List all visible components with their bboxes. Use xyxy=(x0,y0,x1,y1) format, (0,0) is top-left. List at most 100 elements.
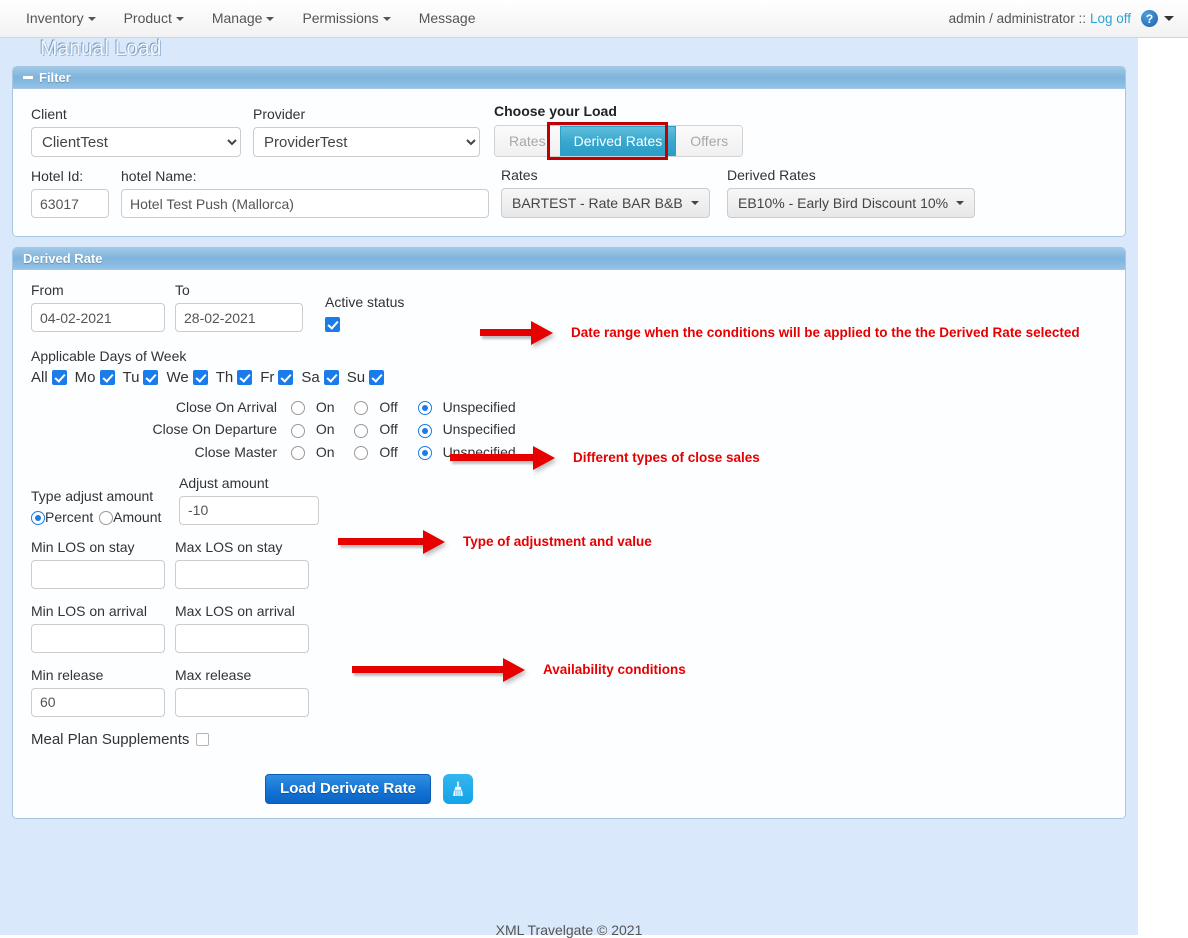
max-los-arrival-input[interactable] xyxy=(175,623,309,653)
max-release-label: Max release xyxy=(175,666,252,683)
close-on-departure-options: On Off Unspecified xyxy=(291,418,536,440)
from-date-input[interactable] xyxy=(31,303,165,332)
to-label: To xyxy=(175,282,190,298)
close-on-departure-radio-unspecified[interactable] xyxy=(417,423,432,438)
type-adjust-group: Type adjust amount Percent Amount xyxy=(31,488,179,525)
client-select[interactable]: ClientTest xyxy=(31,127,241,157)
day-checkbox-mo[interactable] xyxy=(99,370,115,385)
nav-item-permissions[interactable]: Permissions xyxy=(288,0,404,37)
nav-item-label: Product xyxy=(123,10,172,26)
los-on-arrival-row: Min LOS on arrival Max LOS on arrival xyxy=(31,603,1107,653)
close-on-departure-radio-off[interactable] xyxy=(354,423,369,438)
days-of-week-group: Applicable Days of Week All Mo Tu We Th … xyxy=(31,348,1107,386)
active-status-checkbox[interactable] xyxy=(325,317,340,332)
load-derivate-rate-button[interactable]: Load Derivate Rate xyxy=(265,773,431,804)
nav-item-message[interactable]: Message xyxy=(405,0,490,37)
type-adjust-radio-percent[interactable] xyxy=(31,510,45,525)
day-label-th: Th xyxy=(215,369,234,386)
close-master-label: Close Master xyxy=(194,443,277,460)
day-checkbox-we[interactable] xyxy=(192,370,208,385)
hotel-id-group: Hotel Id: xyxy=(31,168,109,218)
day-checkbox-tu[interactable] xyxy=(143,370,159,385)
min-release-label: Min release xyxy=(31,666,104,683)
close-on-departure-on-label: On xyxy=(315,421,335,438)
close-on-departure-unspecified-label: Unspecified xyxy=(442,421,516,438)
day-checkbox-su[interactable] xyxy=(369,370,385,385)
day-checkbox-sa[interactable] xyxy=(323,370,339,385)
collapse-minus-icon[interactable] xyxy=(23,76,33,79)
close-master-radio-on[interactable] xyxy=(291,445,305,460)
derived-rate-panel-body: From To Active status Applicable Days of… xyxy=(13,270,1125,818)
max-los-arrival-group: Max LOS on arrival xyxy=(175,603,309,653)
choose-load-group: Choose your Load Rates Derived Rates Off… xyxy=(494,103,744,160)
provider-select[interactable]: ProviderTest xyxy=(253,127,480,157)
nav-item-inventory[interactable]: Inventory xyxy=(12,0,110,37)
nav-item-product[interactable]: Product xyxy=(110,0,198,37)
day-label-we: We xyxy=(166,369,189,386)
min-los-stay-input[interactable] xyxy=(31,559,165,589)
chevron-down-icon xyxy=(690,201,699,205)
close-on-arrival-radio-on[interactable] xyxy=(291,401,305,416)
close-on-arrival-radio-off[interactable] xyxy=(354,401,369,416)
question-mark-icon[interactable]: ? xyxy=(1141,10,1158,27)
close-master-radio-off[interactable] xyxy=(354,445,369,460)
hotel-id-input[interactable] xyxy=(31,189,109,218)
page-title: Manual Load xyxy=(40,38,162,60)
filter-panel-title: Filter xyxy=(39,70,71,85)
max-los-stay-input[interactable] xyxy=(175,559,309,589)
to-date-input[interactable] xyxy=(175,303,303,332)
from-field-group: From xyxy=(31,282,165,332)
min-los-stay-label: Min LOS on stay xyxy=(31,538,135,555)
type-adjust-percent-label: Percent xyxy=(45,508,94,525)
active-status-label: Active status xyxy=(325,294,405,311)
rates-dropdown-value: BARTEST - Rate BAR B&B xyxy=(512,195,683,211)
close-master-radio-unspecified[interactable] xyxy=(417,445,432,460)
type-adjust-radio-amount[interactable] xyxy=(99,510,114,525)
type-adjust-options: Percent Amount xyxy=(31,509,179,525)
nav-item-label: Inventory xyxy=(26,10,84,26)
derived-rates-dropdown[interactable]: EB10% - Early Bird Discount 10% xyxy=(727,188,976,218)
day-checkbox-all[interactable] xyxy=(51,370,67,385)
rates-label: Rates xyxy=(501,167,538,183)
filter-panel-header[interactable]: Filter xyxy=(13,67,1125,89)
min-los-arrival-input[interactable] xyxy=(31,623,165,653)
from-label: From xyxy=(31,282,64,298)
adjust-amount-input[interactable] xyxy=(179,495,319,525)
close-on-arrival-row: Close On Arrival On Off Unspecified xyxy=(31,396,536,418)
day-label-all: All xyxy=(31,369,48,386)
derived-rates-dropdown-value: EB10% - Early Bird Discount 10% xyxy=(738,195,949,211)
adjust-amount-label: Adjust amount xyxy=(179,474,269,491)
hotel-id-label: Hotel Id: xyxy=(31,168,84,184)
log-off-link[interactable]: Log off xyxy=(1090,11,1131,26)
choose-load-label: Choose your Load xyxy=(494,103,617,119)
chevron-down-icon[interactable] xyxy=(1164,16,1174,21)
hotel-name-label: hotel Name: xyxy=(121,168,197,184)
close-master-unspecified-label: Unspecified xyxy=(442,443,516,460)
max-release-input[interactable] xyxy=(175,687,309,717)
load-type-offers-button[interactable]: Offers xyxy=(676,126,743,156)
derived-rates-label: Derived Rates xyxy=(727,167,816,183)
clear-form-button[interactable] xyxy=(442,773,473,804)
provider-label: Provider xyxy=(253,106,306,122)
day-label-tu: Tu xyxy=(122,369,140,386)
max-los-stay-label: Max LOS on stay xyxy=(175,538,283,555)
rates-dropdown[interactable]: BARTEST - Rate BAR B&B xyxy=(501,188,710,218)
day-checkbox-th[interactable] xyxy=(237,370,253,385)
load-type-derived-rates-button[interactable]: Derived Rates xyxy=(559,126,677,156)
client-label: Client xyxy=(31,106,67,122)
filter-panel-body: Client ClientTest Provider ProviderTest … xyxy=(13,89,1125,236)
top-navbar: Inventory Product Manage Permissions Mes… xyxy=(0,0,1188,38)
nav-item-manage[interactable]: Manage xyxy=(198,0,289,37)
close-on-arrival-radio-unspecified[interactable] xyxy=(417,401,432,416)
min-release-input[interactable] xyxy=(31,687,165,717)
hotel-name-input[interactable] xyxy=(121,189,489,218)
meal-plan-checkbox[interactable] xyxy=(196,732,210,746)
load-type-rates-button[interactable]: Rates xyxy=(495,126,560,156)
client-field-group: Client ClientTest xyxy=(31,106,241,157)
los-on-stay-row: Min LOS on stay Max LOS on stay xyxy=(31,539,1107,589)
hotel-name-group: hotel Name: xyxy=(121,168,489,218)
close-on-arrival-on-label: On xyxy=(315,399,335,415)
close-master-on-label: On xyxy=(315,443,335,460)
close-on-departure-radio-on[interactable] xyxy=(291,423,305,438)
day-checkbox-fr[interactable] xyxy=(278,370,294,385)
